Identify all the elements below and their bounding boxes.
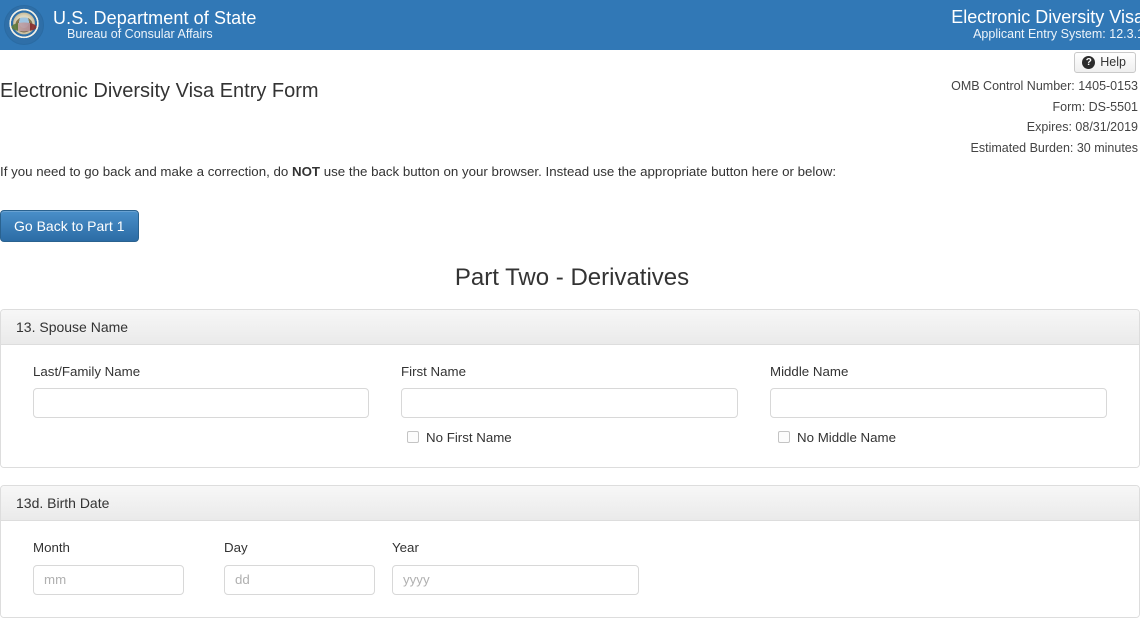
instruction-prefix: If you need to go back and make a correc… [0,164,292,179]
first-name-input[interactable] [401,387,738,418]
go-back-to-part-1-button[interactable]: Go Back to Part 1 [0,210,139,242]
birth-date-field-row: Month Day Year [16,540,1124,595]
department-subtitle: Bureau of Consular Affairs [67,26,213,41]
banner-branding: U.S. Department of State Bureau of Consu… [4,5,257,45]
great-seal-icon [4,5,44,45]
omb-form-number: Form: DS-5501 [1052,99,1138,114]
help-button-label: Help [1100,55,1126,70]
middle-name-group: Middle Name No Middle Name [754,364,1123,445]
question-circle-icon: ? [1082,56,1096,69]
banner-system-info: Electronic Diversity Visa Applicant Entr… [951,7,1140,42]
last-family-name-label: Last/Family Name [33,364,141,379]
panel-body-spouse-name: Last/Family Name First Name No First Nam… [1,345,1139,467]
part-heading: Part Two - Derivatives [454,264,690,291]
help-button[interactable]: ? Help [1074,52,1136,73]
title-row: Electronic Diversity Visa Entry Form OMB… [0,76,1140,168]
panel-spouse-name: 13. Spouse Name Last/Family Name First N… [0,309,1140,468]
middle-name-label: Middle Name [770,364,849,379]
omb-estimated-burden: Estimated Burden: 30 minutes [970,140,1138,155]
first-name-label: First Name [401,364,467,379]
panel-birth-date: 13d. Birth Date Month Day Year [0,484,1140,618]
no-first-name-checkbox[interactable] [407,431,419,444]
no-middle-name-label: No Middle Name [797,429,897,445]
omb-info-block: OMB Control Number: 1405-0153 Form: DS-5… [951,76,1138,158]
last-family-name-group: Last/Family Name [16,364,385,445]
omb-expiration: Expires: 08/31/2019 [1026,120,1138,134]
panel-heading-spouse-name: 13. Spouse Name [1,310,1139,345]
no-middle-name-checkbox-row[interactable]: No Middle Name [770,430,1107,445]
department-text: U.S. Department of State Bureau of Consu… [53,7,257,42]
omb-control-number: OMB Control Number: 1405-0153 [951,79,1138,93]
go-back-button-row: Go Back to Part 1 [0,210,1140,244]
birth-year-input[interactable] [392,564,639,595]
birth-month-label: Month [33,539,70,555]
instruction-suffix: use the back button on your browser. Ins… [320,164,837,179]
birth-day-group: Day [184,539,375,595]
page-content: ? Help Electronic Diversity Visa Entry F… [0,50,1140,618]
page-title: Electronic Diversity Visa Entry Form [0,80,319,102]
birth-year-group: Year [352,539,639,595]
no-first-name-checkbox-row[interactable]: No First Name [401,430,738,445]
instruction-emphasis: NOT [291,164,321,179]
help-row: ? Help [4,50,1140,76]
no-first-name-label: No First Name [426,429,512,445]
panel-heading-birth-date: 13d. Birth Date [1,485,1139,521]
system-version: Applicant Entry System: 12.3.1 [973,27,1140,42]
system-title: Electronic Diversity Visa [951,7,1140,28]
site-banner: U.S. Department of State Bureau of Consu… [0,0,1140,50]
birth-year-label: Year [392,539,419,555]
last-family-name-input[interactable] [33,387,369,418]
department-title: U.S. Department of State [53,7,257,28]
birth-month-group: Month [16,540,184,595]
middle-name-input[interactable] [770,387,1107,418]
birth-day-label: Day [224,539,248,555]
birth-month-input[interactable] [33,564,184,595]
first-name-group: First Name No First Name [385,364,754,445]
back-button-instruction: If you need to go back and make a correc… [0,164,1136,179]
spouse-name-field-row: Last/Family Name First Name No First Nam… [16,364,1124,445]
panel-body-birth-date: Month Day Year [1,520,1139,617]
no-middle-name-checkbox[interactable] [778,431,790,444]
